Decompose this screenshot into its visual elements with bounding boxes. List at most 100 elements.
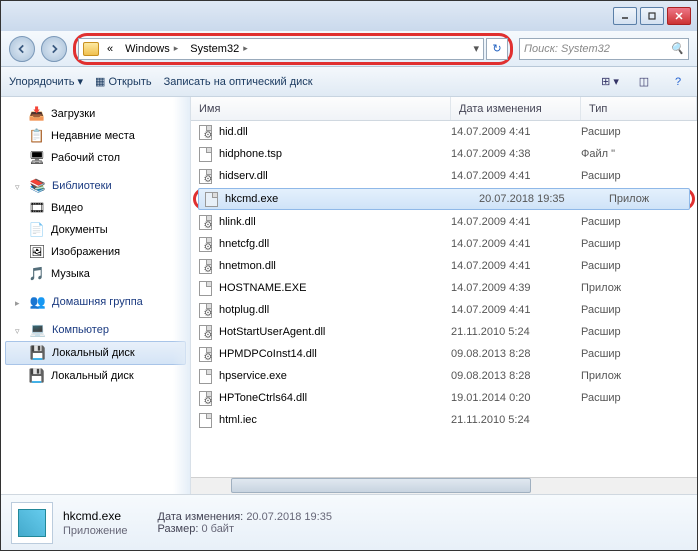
- help-button[interactable]: ?: [667, 72, 689, 92]
- column-type[interactable]: Тип: [581, 97, 697, 120]
- app-icon: ▦: [95, 75, 105, 88]
- explorer-window: « Windows▸ System32▸ ▾ ↻ Поиск: System32…: [0, 0, 698, 551]
- file-row[interactable]: hlink.dll 14.07.2009 4:41 Расшир: [191, 211, 697, 233]
- forward-button[interactable]: [41, 36, 67, 62]
- file-list: hid.dll 14.07.2009 4:41 Расшир hidphone.…: [191, 121, 697, 477]
- expand-icon: ▿: [15, 182, 24, 191]
- sidebar-item-documents[interactable]: 📄Документы: [1, 219, 190, 241]
- file-row[interactable]: hkcmd.exe 20.07.2018 19:35 Прилож: [198, 188, 690, 210]
- file-row[interactable]: hidphone.tsp 14.07.2009 4:38 Файл ": [191, 143, 697, 165]
- column-date[interactable]: Дата изменения: [451, 97, 581, 120]
- file-type: Расшир: [581, 238, 697, 250]
- file-row[interactable]: hidserv.dll 14.07.2009 4:41 Расшир: [191, 165, 697, 187]
- dll-icon: [197, 124, 213, 140]
- file-date: 14.07.2009 4:38: [451, 148, 581, 160]
- file-row[interactable]: HPToneCtrls64.dll 19.01.2014 0:20 Расшир: [191, 387, 697, 409]
- addressbar[interactable]: « Windows▸ System32▸ ▾: [78, 38, 484, 60]
- body: 📥Загрузки 📋Недавние места 🖥Рабочий стол …: [1, 97, 697, 494]
- sidebar-item-recent[interactable]: 📋Недавние места: [1, 125, 190, 147]
- download-icon: 📥: [29, 106, 45, 122]
- file-row[interactable]: hnetcfg.dll 14.07.2009 4:41 Расшир: [191, 233, 697, 255]
- file-date: 14.07.2009 4:41: [451, 304, 581, 316]
- file-name: HPToneCtrls64.dll: [219, 392, 307, 404]
- exe-icon: [203, 191, 219, 207]
- homegroup-icon: 👥: [30, 294, 46, 310]
- breadcrumb-prefix[interactable]: «: [103, 43, 117, 55]
- sidebar-item-desktop[interactable]: 🖥Рабочий стол: [1, 147, 190, 169]
- sidebar-item-local-disk-2[interactable]: 💾Локальный диск: [1, 365, 190, 387]
- file-row[interactable]: hotplug.dll 14.07.2009 4:41 Расшир: [191, 299, 697, 321]
- recent-icon: 📋: [29, 128, 45, 144]
- file-name: hnetcfg.dll: [219, 238, 269, 250]
- sidebar-item-pictures[interactable]: 🖼Изображения: [1, 241, 190, 263]
- file-icon: [197, 146, 213, 162]
- file-date: 21.11.2010 5:24: [451, 326, 581, 338]
- file-row[interactable]: html.iec 21.11.2010 5:24: [191, 409, 697, 431]
- file-row[interactable]: hid.dll 14.07.2009 4:41 Расшир: [191, 121, 697, 143]
- dll-icon: [197, 302, 213, 318]
- breadcrumb-system32[interactable]: System32▸: [186, 43, 251, 55]
- burn-disc-button[interactable]: Записать на оптический диск: [164, 76, 313, 88]
- dll-icon: [197, 214, 213, 230]
- sidebar-item-local-disk-1[interactable]: 💾Локальный диск: [5, 341, 186, 365]
- file-row[interactable]: HotStartUserAgent.dll 21.11.2010 5:24 Ра…: [191, 321, 697, 343]
- column-headers: Имя Дата изменения Тип: [191, 97, 697, 121]
- search-input[interactable]: Поиск: System32 🔍: [519, 38, 689, 60]
- details-pane: hkcmd.exe Приложение Дата изменения: 20.…: [1, 494, 697, 550]
- file-name: hid.dll: [219, 126, 248, 138]
- file-row[interactable]: hpservice.exe 09.08.2013 8:28 Прилож: [191, 365, 697, 387]
- addressbar-highlight: « Windows▸ System32▸ ▾ ↻: [73, 33, 513, 65]
- file-date: 09.08.2013 8:28: [451, 348, 581, 360]
- sidebar-libraries-header[interactable]: ▿📚Библиотеки: [1, 175, 190, 197]
- open-button[interactable]: ▦ Открыть: [95, 75, 152, 88]
- file-type: Прилож: [581, 370, 697, 382]
- view-options-button[interactable]: ⊞ ▾: [599, 72, 621, 92]
- file-name: hlink.dll: [219, 216, 256, 228]
- file-row[interactable]: HPMDPCoInst14.dll 09.08.2013 8:28 Расшир: [191, 343, 697, 365]
- sidebar-computer-header[interactable]: ▿💻Компьютер: [1, 319, 190, 341]
- sidebar: 📥Загрузки 📋Недавние места 🖥Рабочий стол …: [1, 97, 191, 494]
- minimize-button[interactable]: [613, 7, 637, 25]
- close-button[interactable]: [667, 7, 691, 25]
- file-row[interactable]: HOSTNAME.EXE 14.07.2009 4:39 Прилож: [191, 277, 697, 299]
- file-name: hkcmd.exe: [225, 193, 479, 205]
- file-name: HPMDPCoInst14.dll: [219, 348, 317, 360]
- file-type: Расшир: [581, 348, 697, 360]
- dll-icon: [197, 168, 213, 184]
- sidebar-homegroup[interactable]: ▸👥Домашняя группа: [1, 291, 190, 313]
- file-type: Расшир: [581, 304, 697, 316]
- titlebar: [1, 1, 697, 31]
- maximize-button[interactable]: [640, 7, 664, 25]
- scrollbar-thumb[interactable]: [231, 478, 531, 493]
- sidebar-item-video[interactable]: 🎞Видео: [1, 197, 190, 219]
- toolbar: Упорядочить ▾ ▦ Открыть Записать на опти…: [1, 67, 697, 97]
- video-icon: 🎞: [29, 200, 45, 216]
- organize-button[interactable]: Упорядочить ▾: [9, 75, 83, 88]
- dll-icon: [197, 346, 213, 362]
- back-button[interactable]: [9, 36, 35, 62]
- file-name: hotplug.dll: [219, 304, 269, 316]
- dropdown-icon[interactable]: ▾: [473, 42, 479, 55]
- column-name[interactable]: Имя: [191, 97, 451, 120]
- file-name: hpservice.exe: [219, 370, 287, 382]
- folder-icon: [83, 42, 99, 56]
- file-name: HotStartUserAgent.dll: [219, 326, 325, 338]
- file-icon: [197, 280, 213, 296]
- refresh-button[interactable]: ↻: [486, 38, 508, 60]
- file-date: 20.07.2018 19:35: [479, 193, 609, 205]
- file-name: html.iec: [219, 414, 257, 426]
- breadcrumb-windows[interactable]: Windows▸: [121, 43, 182, 55]
- file-date: 14.07.2009 4:41: [451, 126, 581, 138]
- preview-pane-button[interactable]: ◫: [633, 72, 655, 92]
- desktop-icon: 🖥: [29, 150, 45, 166]
- sidebar-item-downloads[interactable]: 📥Загрузки: [1, 103, 190, 125]
- file-type: Расшир: [581, 170, 697, 182]
- music-icon: 🎵: [29, 266, 45, 282]
- sidebar-item-music[interactable]: 🎵Музыка: [1, 263, 190, 285]
- file-date: 09.08.2013 8:28: [451, 370, 581, 382]
- file-name: HOSTNAME.EXE: [219, 282, 306, 294]
- file-type: Расшир: [581, 326, 697, 338]
- horizontal-scrollbar[interactable]: [191, 477, 697, 494]
- dll-icon: [197, 236, 213, 252]
- file-row[interactable]: hnetmon.dll 14.07.2009 4:41 Расшир: [191, 255, 697, 277]
